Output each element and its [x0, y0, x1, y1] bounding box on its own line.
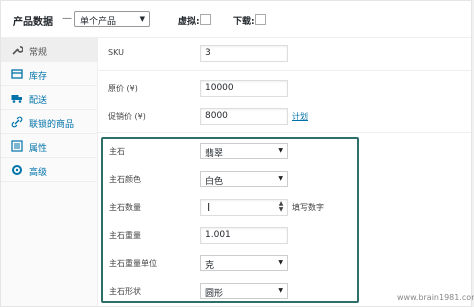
tab-general-label: 常规 [29, 48, 48, 58]
panel-header: 产品数据 — 单个产品 ▼ 虚拟: 下载: [1, 1, 471, 38]
regular-price-value: 10000 [205, 83, 234, 93]
title-separator: — [62, 13, 72, 24]
tab-advanced[interactable]: 高级 [1, 158, 97, 182]
attr-label-main-stone: 主石 [109, 147, 125, 156]
tab-inventory[interactable]: 库存 [1, 62, 97, 86]
stone-weight-value: 1.001 [205, 230, 231, 240]
stone-shape-select[interactable]: 圆形 ▼ [200, 283, 288, 299]
product-data-tabs: 常规 库存 配送 联锁的商品 属性 高级 [1, 38, 98, 306]
chevron-down-icon: ▼ [278, 287, 283, 294]
weight-unit-value: 克 [205, 261, 215, 271]
attr-label-stone-weight: 主石重量 [109, 231, 141, 240]
inventory-icon [11, 69, 23, 79]
wrench-icon [12, 46, 23, 55]
tab-inventory-label: 库存 [29, 72, 48, 82]
gear-icon [12, 165, 22, 175]
panel-title: 产品数据 [13, 17, 53, 28]
main-stone-value: 翡翠 [205, 149, 224, 159]
sku-input[interactable]: 3 [200, 45, 288, 62]
weight-unit-select[interactable]: 克 ▼ [200, 255, 288, 271]
stone-shape-value: 圆形 [205, 289, 224, 299]
list-icon [11, 140, 23, 152]
chevron-down-icon: ▼ [278, 175, 283, 182]
stone-color-value: 白色 [205, 177, 224, 187]
chevron-down-icon: ▼ [278, 259, 283, 266]
regular-price-input[interactable]: 10000 [200, 80, 288, 97]
regular-price-label: 原价 (¥) [108, 84, 138, 93]
schedule-link[interactable]: 计划 [292, 111, 308, 122]
number-stepper[interactable]: ▲ ▼ [277, 201, 285, 214]
product-type-value: 单个产品 [80, 17, 117, 27]
watermark: www.brain1981.com [397, 293, 474, 302]
tab-linked-products[interactable]: 联锁的商品 [1, 110, 97, 134]
link-icon [11, 116, 23, 128]
section-divider [98, 70, 471, 71]
virtual-label: 虚拟: [178, 17, 200, 27]
tab-attributes-label: 属性 [29, 144, 48, 154]
stone-count-hint: 填写数字 [292, 203, 324, 212]
tab-attributes[interactable]: 属性 [1, 134, 97, 158]
main-stone-select[interactable]: 翡翠 ▼ [200, 143, 288, 159]
text-cursor-icon: I [207, 201, 211, 214]
tab-advanced-label: 高级 [29, 168, 48, 178]
product-data-panel: 产品数据 — 单个产品 ▼ 虚拟: 下载: 常规 库存 配送 联锁的商品 属性 … [0, 0, 474, 307]
stone-color-select[interactable]: 白色 ▼ [200, 171, 288, 187]
attr-label-stone-color: 主石颜色 [109, 175, 141, 184]
attr-label-stone-shape: 主石形状 [109, 287, 141, 296]
attributes-highlight-box [101, 137, 359, 303]
sale-price-label: 促销价 (¥) [108, 112, 146, 121]
section-divider [98, 132, 471, 133]
chevron-down-icon: ▼ [278, 147, 283, 154]
chevron-down-icon: ▼ [139, 15, 145, 23]
truck-icon [11, 95, 22, 103]
sale-price-input[interactable]: 8000 [200, 108, 288, 125]
product-type-select[interactable]: 单个产品 ▼ [74, 11, 150, 27]
stone-weight-input[interactable]: 1.001 [200, 227, 288, 244]
sale-price-value: 8000 [205, 111, 228, 121]
tab-shipping-label: 配送 [29, 96, 48, 106]
stone-count-input[interactable]: I ▲ ▼ [200, 199, 288, 216]
tab-general[interactable]: 常规 [1, 38, 97, 62]
download-checkbox[interactable] [255, 14, 266, 25]
tab-shipping[interactable]: 配送 [1, 86, 97, 110]
tab-linked-products-label: 联锁的商品 [29, 120, 75, 130]
attr-label-weight-unit: 主石重量单位 [109, 259, 157, 268]
sku-label: SKU [108, 48, 124, 57]
attr-label-stone-count: 主石数量 [109, 203, 141, 212]
sku-value: 3 [205, 48, 211, 58]
download-label: 下载: [233, 17, 255, 27]
virtual-checkbox[interactable] [200, 14, 211, 25]
